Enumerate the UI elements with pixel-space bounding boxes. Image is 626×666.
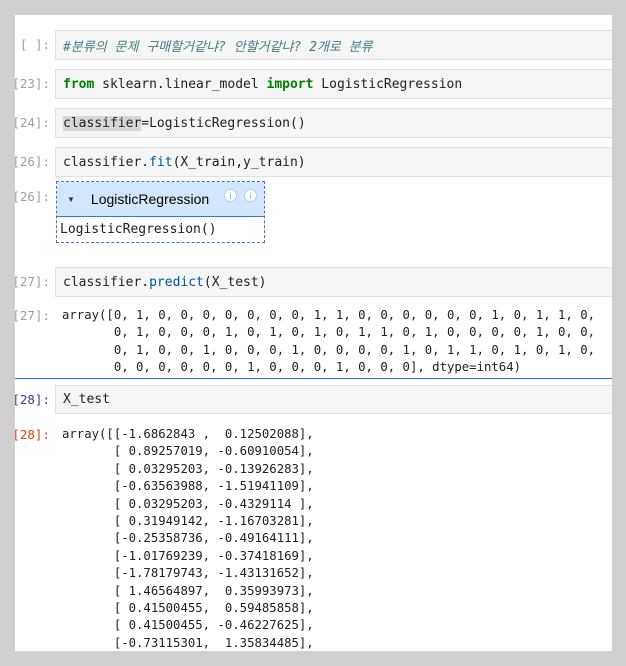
frame-top (0, 0, 626, 15)
code-cell-input[interactable]: from sklearn.linear_model import Logisti… (55, 69, 626, 99)
code-cell-input[interactable]: classifier. predict (X_test) (55, 267, 626, 297)
code-text: (X_test) (203, 274, 267, 290)
code-text: classifier. (63, 274, 150, 290)
info-icon[interactable]: i (224, 189, 237, 202)
estimator-repr: LogisticRegression() (57, 216, 264, 242)
highlighted-variable: classifier (63, 115, 142, 131)
code-cell-input[interactable]: classifier. fit (X_train,y_train) (55, 147, 626, 177)
collapse-arrow-icon[interactable]: ▼ (67, 195, 75, 204)
estimator-title: LogisticRegression (90, 191, 210, 207)
import-name: LogisticRegression (313, 76, 463, 92)
keyword-from: from (63, 76, 95, 92)
keyword-import: import (266, 76, 314, 92)
estimator-header[interactable]: ▼ LogisticRegression i i (57, 182, 264, 216)
code-text: =LogisticRegression() (141, 115, 306, 131)
notebook-area: [ ]: [ ]: #분류의 문제 구매할거같냐? 안할거같냐? 2개로 분류 … (0, 0, 626, 666)
method-name: predict (149, 274, 204, 290)
code-cell-input[interactable]: classifier =LogisticRegression() (55, 108, 626, 138)
frame-left (0, 15, 15, 666)
xtest-output: array([[-1.6862843 , 0.12502088], [ 0.89… (62, 427, 314, 666)
code-cell-input[interactable]: #분류의 문제 구매할거같냐? 안할거같냐? 2개로 분류 (55, 30, 626, 60)
estimator-widget[interactable]: ▼ LogisticRegression i i LogisticRegress… (56, 181, 265, 243)
predict-output: array([0, 1, 0, 0, 0, 0, 0, 0, 0, 1, 1, … (62, 308, 596, 375)
cell-selection-divider (0, 378, 626, 379)
help-icon[interactable]: i (244, 189, 257, 202)
code-text: (X_train,y_train) (172, 154, 306, 170)
method-name: fit (149, 154, 173, 170)
code-comment: #분류의 문제 구매할거같냐? 안할거같냐? 2개로 분류 (63, 39, 373, 55)
module-name: sklearn.linear_model (94, 76, 267, 92)
frame-right (612, 15, 626, 666)
frame-bottom (0, 651, 626, 666)
code-text: X_test (63, 392, 110, 407)
code-text: classifier. (63, 154, 150, 170)
code-cell-input[interactable]: X_test (55, 385, 626, 414)
